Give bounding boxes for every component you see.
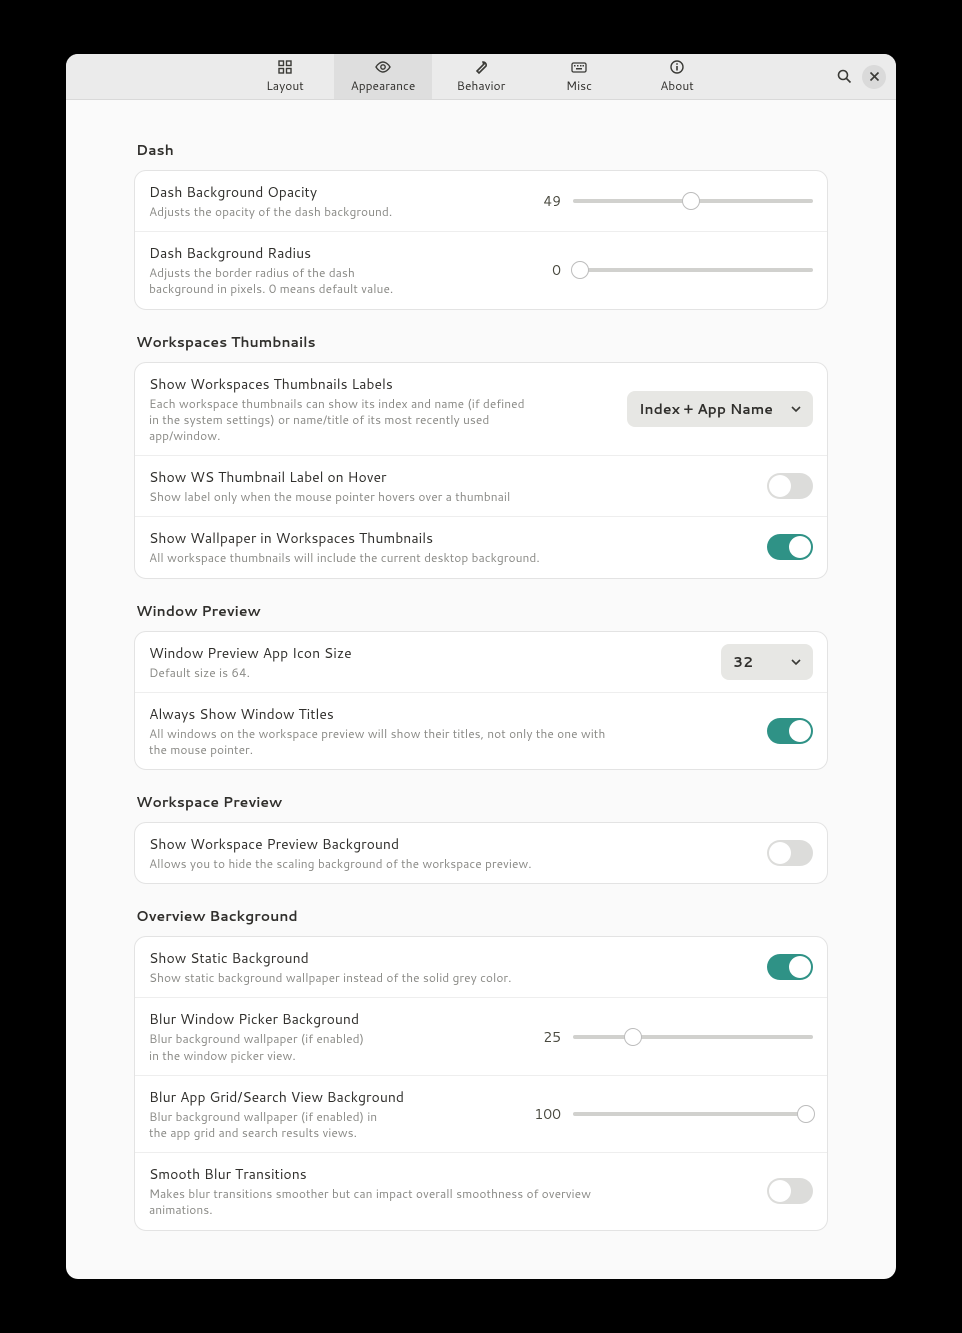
ovbg-blurpicker-slider[interactable] — [573, 1028, 813, 1046]
row-dash-radius: Dash Background Radius Adjusts the borde… — [135, 231, 827, 308]
close-icon — [869, 71, 880, 82]
row-desc: Show static background wallpaper instead… — [149, 970, 609, 986]
row-desc: Makes blur transitions smoother but can … — [149, 1186, 609, 1218]
row-desc: Adjusts the border radius of the dash ba… — [149, 265, 409, 297]
tab-about[interactable]: About — [628, 54, 726, 99]
slider-value: 0 — [533, 260, 561, 280]
search-icon — [837, 69, 852, 84]
wst-wallpaper-switch[interactable] — [767, 534, 813, 560]
row-title: Show WS Thumbnail Label on Hover — [149, 467, 751, 487]
row-wst-hover: Show WS Thumbnail Label on Hover Show la… — [135, 455, 827, 516]
row-title: Show Workspace Preview Background — [149, 834, 751, 854]
winprev-titles-switch[interactable] — [767, 718, 813, 744]
winprev-iconsize-dropdown[interactable]: 32 — [721, 644, 813, 680]
wst-hover-switch[interactable] — [767, 473, 813, 499]
row-desc: All workspace thumbnails will include th… — [149, 550, 609, 566]
row-desc: Blur background wallpaper (if enabled) i… — [149, 1109, 379, 1141]
row-title: Dash Background Opacity — [149, 182, 517, 202]
row-desc: Blur background wallpaper (if enabled) i… — [149, 1031, 369, 1063]
row-title: Window Preview App Icon Size — [149, 643, 705, 663]
group-wsprev: Show Workspace Preview Background Allows… — [134, 822, 828, 884]
row-desc: All windows on the workspace preview wil… — [149, 726, 609, 758]
row-title: Show Static Background — [149, 948, 751, 968]
eye-icon — [375, 59, 391, 75]
tabs: Layout Appearance Behavior Misc About — [236, 54, 726, 99]
ovbg-smooth-switch[interactable] — [767, 1178, 813, 1204]
row-wsprev-bg: Show Workspace Preview Background Allows… — [135, 823, 827, 883]
close-button[interactable] — [862, 65, 886, 89]
slider-value: 100 — [533, 1104, 561, 1124]
settings-window: Layout Appearance Behavior Misc About — [66, 54, 896, 1279]
chevron-down-icon — [791, 657, 801, 667]
keyboard-icon — [571, 59, 587, 75]
search-button[interactable] — [832, 65, 856, 89]
row-ovbg-smooth: Smooth Blur Transitions Makes blur trans… — [135, 1152, 827, 1229]
row-ovbg-blurgrid: Blur App Grid/Search View Background Blu… — [135, 1075, 827, 1152]
row-winprev-titles: Always Show Window Titles All windows on… — [135, 692, 827, 769]
slider-value: 25 — [533, 1027, 561, 1047]
info-icon — [669, 59, 685, 75]
dash-radius-slider[interactable] — [573, 261, 813, 279]
group-dash: Dash Background Opacity Adjusts the opac… — [134, 170, 828, 310]
chevron-down-icon — [791, 404, 801, 414]
tab-misc[interactable]: Misc — [530, 54, 628, 99]
section-title-winprev: Window Preview — [136, 601, 828, 621]
row-winprev-iconsize: Window Preview App Icon Size Default siz… — [135, 632, 827, 692]
ovbg-static-switch[interactable] — [767, 954, 813, 980]
row-desc: Each workspace thumbnails can show its i… — [149, 396, 529, 445]
row-dash-opacity: Dash Background Opacity Adjusts the opac… — [135, 171, 827, 231]
row-title: Dash Background Radius — [149, 243, 517, 263]
slider-value: 49 — [533, 191, 561, 211]
group-wst: Show Workspaces Thumbnails Labels Each w… — [134, 362, 828, 579]
wrench-icon — [473, 59, 489, 75]
group-ovbg: Show Static Background Show static backg… — [134, 936, 828, 1230]
dropdown-value: Index + App Name — [639, 399, 773, 419]
row-title: Smooth Blur Transitions — [149, 1164, 751, 1184]
content: Dash Dash Background Opacity Adjusts the… — [66, 100, 896, 1279]
ovbg-blurgrid-slider[interactable] — [573, 1105, 813, 1123]
group-winprev: Window Preview App Icon Size Default siz… — [134, 631, 828, 771]
section-title-wsprev: Workspace Preview — [136, 792, 828, 812]
dropdown-value: 32 — [733, 652, 753, 672]
row-wst-wallpaper: Show Wallpaper in Workspaces Thumbnails … — [135, 516, 827, 577]
tab-behavior[interactable]: Behavior — [432, 54, 530, 99]
row-desc: Default size is 64. — [149, 665, 609, 681]
tab-appearance[interactable]: Appearance — [334, 54, 432, 99]
row-wst-labels: Show Workspaces Thumbnails Labels Each w… — [135, 363, 827, 456]
wsprev-bg-switch[interactable] — [767, 840, 813, 866]
dash-opacity-slider[interactable] — [573, 192, 813, 210]
tab-label: Layout — [266, 77, 304, 94]
tab-label: Behavior — [457, 77, 506, 94]
section-title-dash: Dash — [136, 140, 828, 160]
row-title: Always Show Window Titles — [149, 704, 751, 724]
tab-layout[interactable]: Layout — [236, 54, 334, 99]
headerbar-actions — [832, 54, 886, 99]
section-title-ovbg: Overview Background — [136, 906, 828, 926]
row-desc: Allows you to hide the scaling backgroun… — [149, 856, 609, 872]
row-title: Blur App Grid/Search View Background — [149, 1087, 517, 1107]
grid-icon — [277, 59, 293, 75]
row-desc: Show label only when the mouse pointer h… — [149, 489, 609, 505]
row-title: Show Workspaces Thumbnails Labels — [149, 374, 611, 394]
row-title: Show Wallpaper in Workspaces Thumbnails — [149, 528, 751, 548]
row-ovbg-blurpicker: Blur Window Picker Background Blur backg… — [135, 997, 827, 1074]
tab-label: About — [660, 77, 694, 94]
tab-label: Appearance — [351, 77, 416, 94]
tab-label: Misc — [566, 77, 592, 94]
row-ovbg-static: Show Static Background Show static backg… — [135, 937, 827, 997]
headerbar: Layout Appearance Behavior Misc About — [66, 54, 896, 100]
row-desc: Adjusts the opacity of the dash backgrou… — [149, 204, 517, 220]
row-title: Blur Window Picker Background — [149, 1009, 517, 1029]
section-title-wst: Workspaces Thumbnails — [136, 332, 828, 352]
wst-labels-dropdown[interactable]: Index + App Name — [627, 391, 813, 427]
